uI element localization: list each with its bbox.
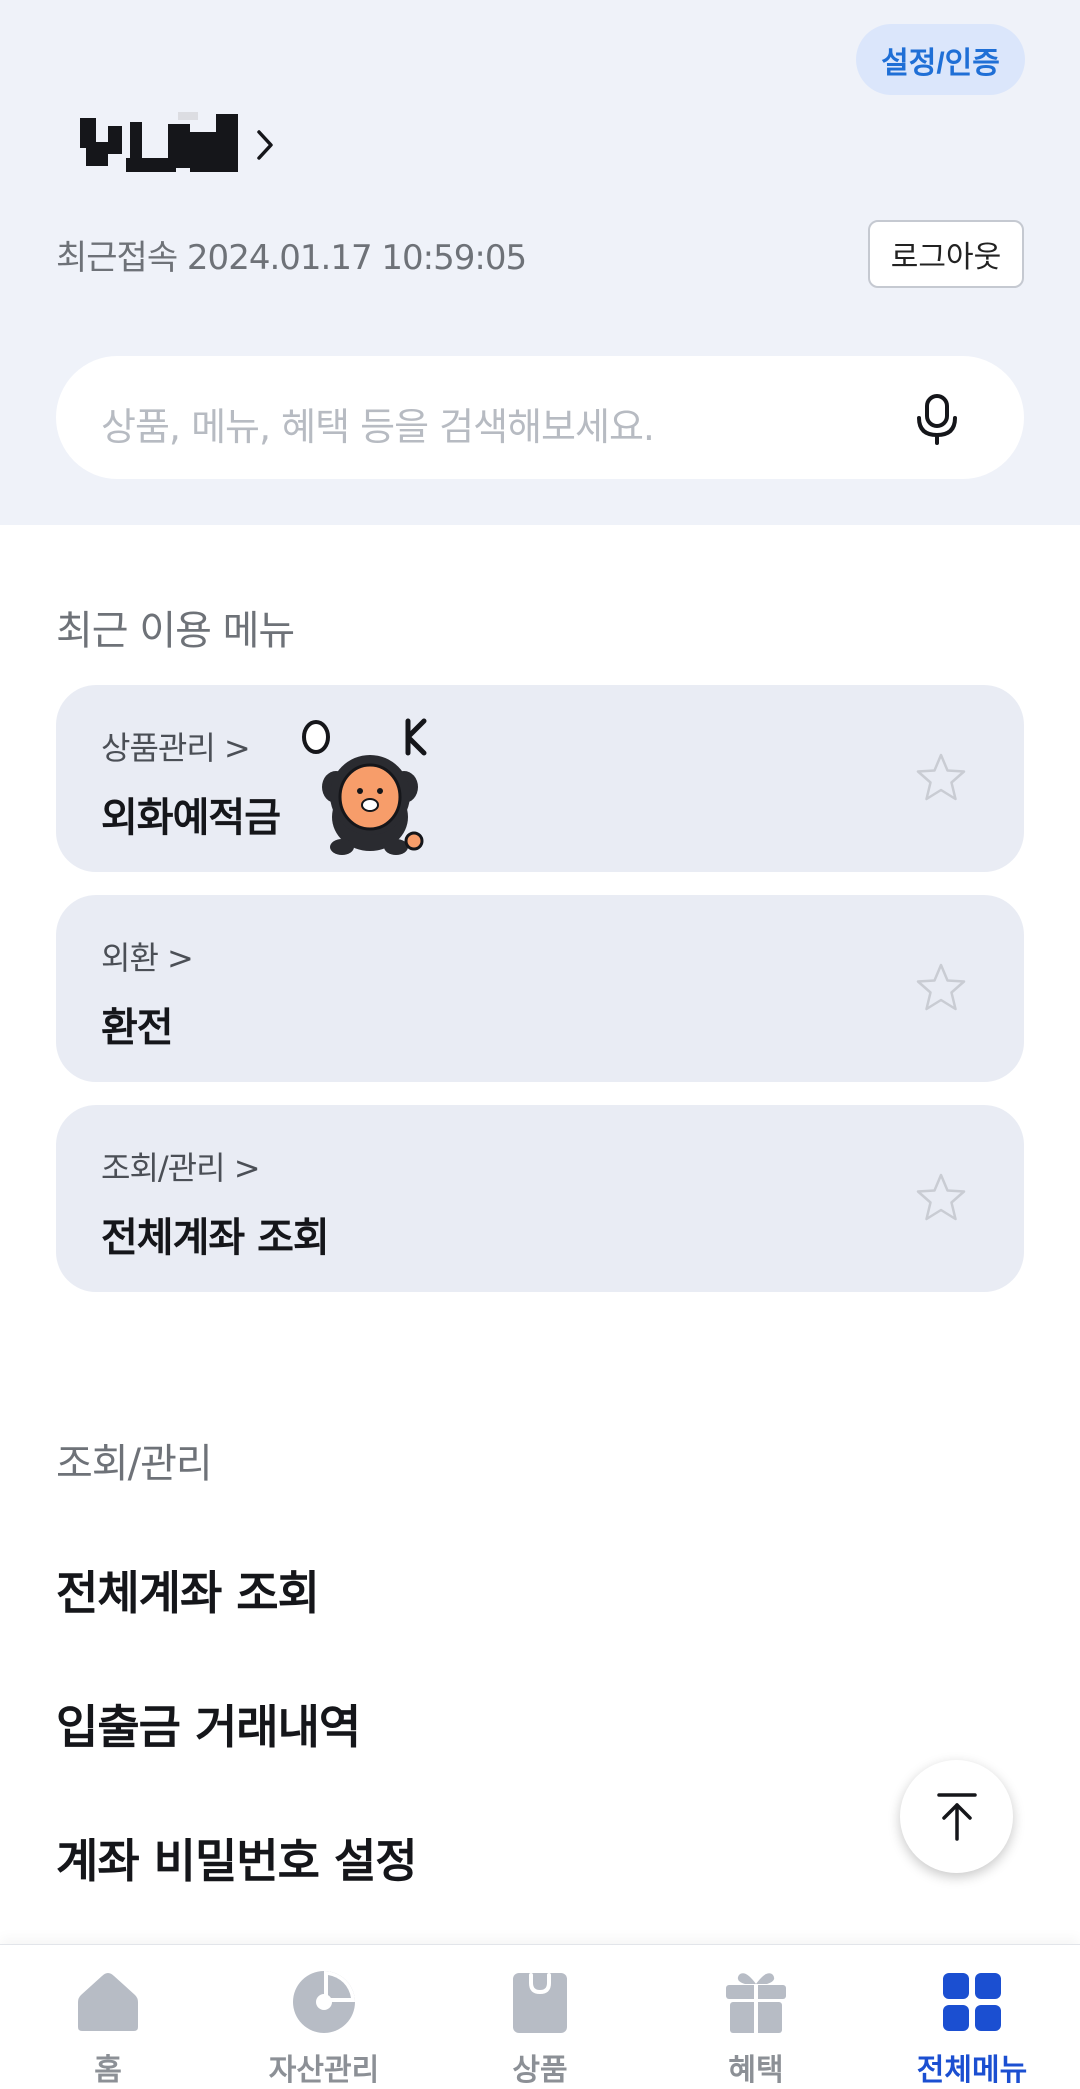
nav-home[interactable]: 홈 <box>0 1945 216 2089</box>
recent-menu-card[interactable]: 조회/관리 > 전체계좌 조회 <box>56 1105 1024 1292</box>
card-title: 환전 <box>101 1005 174 1051</box>
header-area: 설정/인증 최근접속 2024.01.17 10:59:05 로그아웃 상품, … <box>0 0 1080 525</box>
shopping-bag-icon <box>513 1973 567 2033</box>
search-input[interactable]: 상품, 메뉴, 혜택 등을 검색해보세요. <box>101 396 655 451</box>
nav-label: 상품 <box>512 2053 568 2088</box>
mascot-sticker: O K <box>302 718 427 855</box>
nav-label: 홈 <box>94 2053 122 2088</box>
inquiry-section-title: 조회/관리 <box>56 1441 213 1487</box>
recent-menu-title: 최근 이용 메뉴 <box>56 608 295 654</box>
recent-menu-card[interactable]: 상품관리 > 외화예적금 O K <box>56 685 1024 872</box>
microphone-icon[interactable] <box>910 392 964 446</box>
recent-menu-card[interactable]: 외환 > 환전 <box>56 895 1024 1082</box>
card-category: 외환 > <box>101 939 194 977</box>
card-title: 외화예적금 <box>101 795 281 841</box>
favorite-star-icon[interactable] <box>914 1171 968 1225</box>
nav-benefits[interactable]: 혜택 <box>648 1945 864 2089</box>
card-title: 전체계좌 조회 <box>101 1215 330 1261</box>
grid-menu-icon <box>943 1973 1001 2031</box>
nav-label: 자산관리 <box>268 2053 380 2088</box>
menu-link-account-password[interactable]: 계좌 비밀번호 설정 <box>56 1825 418 1891</box>
home-icon <box>78 1973 138 2031</box>
nav-all-menu[interactable]: 전체메뉴 <box>864 1945 1080 2089</box>
settings-auth-button[interactable]: 설정/인증 <box>856 24 1025 95</box>
arrow-up-icon <box>936 1792 977 1841</box>
gift-icon <box>726 1973 786 2033</box>
nav-label: 전체메뉴 <box>916 2053 1028 2088</box>
last-login-text: 최근접속 2024.01.17 10:59:05 <box>56 238 527 278</box>
nav-label: 혜택 <box>728 2053 784 2088</box>
card-category: 상품관리 > <box>101 729 251 767</box>
pie-chart-icon <box>293 1971 355 2033</box>
logout-button[interactable]: 로그아웃 <box>868 220 1024 288</box>
nav-products[interactable]: 상품 <box>432 1945 648 2089</box>
favorite-star-icon[interactable] <box>914 751 968 805</box>
scroll-to-top-button[interactable] <box>900 1760 1013 1873</box>
bottom-navigation: 홈 자산관리 상품 혜택 전체메뉴 <box>0 1944 1080 2089</box>
menu-link-all-accounts[interactable]: 전체계좌 조회 <box>56 1557 320 1623</box>
search-bar[interactable]: 상품, 메뉴, 혜택 등을 검색해보세요. <box>56 356 1024 479</box>
masked-user-name <box>78 112 242 178</box>
favorite-star-icon[interactable] <box>914 961 968 1015</box>
menu-link-transaction-history[interactable]: 입출금 거래내역 <box>56 1691 361 1757</box>
nav-asset-management[interactable]: 자산관리 <box>216 1945 432 2089</box>
user-name-link[interactable] <box>78 112 274 178</box>
card-category: 조회/관리 > <box>101 1149 261 1187</box>
chevron-right-icon <box>257 130 273 160</box>
